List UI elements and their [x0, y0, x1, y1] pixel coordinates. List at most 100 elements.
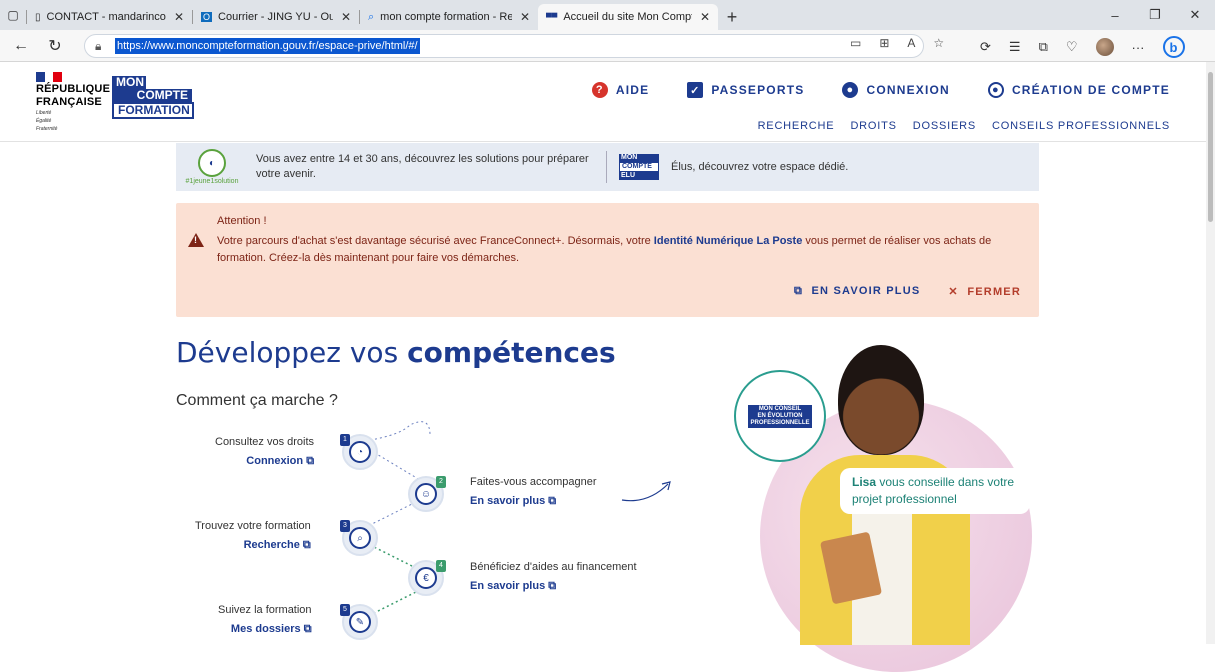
extensions-icon[interactable]: ⟳: [980, 39, 991, 55]
badge-tag: #1jeune1solution: [185, 178, 239, 185]
1jeune1solution-badge[interactable]: ◐ #1jeune1solution: [182, 149, 242, 185]
browser-tab-search[interactable]: ⌕ mon compte formation - Recher ✕: [360, 4, 538, 30]
window-close-icon[interactable]: ✕: [1175, 0, 1215, 30]
scrollbar-thumb[interactable]: [1208, 72, 1213, 222]
mon-compte-elu-logo[interactable]: MON COMPTE ELU: [619, 154, 659, 180]
lock-icon: 🔒︎: [95, 38, 102, 53]
more-menu-icon[interactable]: ···: [1132, 40, 1145, 55]
browser-address-row: ← ↻ 🔒︎ https://www.moncompteformation.go…: [0, 30, 1215, 62]
en-savoir-plus-link-2[interactable]: En savoir plus ⧉: [470, 580, 637, 593]
browser-tab-outlook[interactable]: O Courrier - JING YU - Outlook ✕: [193, 4, 359, 30]
elu-line-3: ELU: [619, 172, 659, 180]
app-available-icon[interactable]: ⊞: [879, 36, 889, 50]
subnav-dossiers[interactable]: DOSSIERS: [913, 120, 976, 132]
elu-line-1: MON: [619, 154, 659, 162]
step-number: 3: [340, 520, 350, 532]
page-scrollbar[interactable]: [1206, 62, 1215, 644]
checklist-icon: ✎: [349, 611, 371, 633]
close-icon[interactable]: ✕: [700, 10, 710, 24]
page-icon: ▯: [35, 11, 41, 23]
back-icon[interactable]: ←: [8, 32, 34, 60]
browser-tab-active[interactable]: ▀▀ Accueil du site Mon Compte For ✕: [538, 4, 718, 30]
favorites-icon[interactable]: ☰: [1009, 39, 1021, 55]
close-icon[interactable]: ✕: [174, 10, 184, 24]
step-number: 5: [340, 604, 350, 616]
mes-dossiers-link[interactable]: Mes dossiers ⧉: [218, 623, 312, 636]
url-actions: ▭ ⊞ A ☆: [850, 36, 944, 50]
new-tab-icon[interactable]: +: [718, 4, 746, 30]
page-title: Développez vos compétences: [176, 336, 616, 369]
advisor-icon: ☺: [415, 483, 437, 505]
read-aloud-icon[interactable]: A: [907, 36, 915, 50]
republique-francaise-logo[interactable]: RÉPUBLIQUE FRANÇAISE Liberté Égalité Fra…: [36, 72, 110, 132]
tab-actions-icon[interactable]: ▢: [0, 0, 26, 30]
mon-compte-formation-logo[interactable]: MON COMPTE FORMATION: [112, 76, 194, 119]
close-icon[interactable]: ✕: [520, 10, 530, 24]
alert-body: Votre parcours d'achat s'est davantage s…: [217, 233, 1017, 267]
alert-banner: Attention ! Votre parcours d'achat s'est…: [176, 203, 1039, 317]
restore-icon[interactable]: ❐: [1135, 0, 1175, 30]
step-text: Consultez vos droits: [215, 436, 315, 448]
external-link-icon: ⧉: [548, 495, 557, 507]
learn-more-label: EN SAVOIR PLUS: [811, 285, 921, 297]
elu-line-2: COMPTE: [619, 162, 659, 172]
step-aides-financement: Bénéficiez d'aides au financement En sav…: [470, 561, 637, 593]
link-label: En savoir plus: [470, 495, 546, 507]
bing-copilot-icon[interactable]: b: [1162, 36, 1185, 58]
connexion-link[interactable]: Connexion ⧉: [215, 455, 314, 468]
profile-avatar[interactable]: [1095, 38, 1114, 56]
subnav-conseils[interactable]: CONSEILS PROFESSIONNELS: [992, 120, 1170, 132]
favorite-star-icon[interactable]: ☆: [933, 36, 944, 50]
en-savoir-plus-link[interactable]: En savoir plus ⧉: [470, 495, 597, 508]
browser-tab-contact[interactable]: ▯ CONTACT - mandarinconsulting ✕: [27, 4, 192, 30]
devise-3: Fraternité: [36, 126, 58, 132]
link-label: Connexion: [246, 455, 304, 467]
url-text[interactable]: https://www.moncompteformation.gouv.fr/e…: [115, 38, 420, 54]
mon-conseil-badge[interactable]: MON CONSEIL EN ÉVOLUTION PROFESSIONNELLE: [734, 370, 826, 462]
youth-text[interactable]: Vous avez entre 14 et 30 ans, découvrez …: [256, 152, 596, 182]
address-bar[interactable]: 🔒︎ https://www.moncompteformation.gouv.f…: [84, 34, 924, 58]
reader-view-icon[interactable]: ▭: [850, 36, 861, 50]
nav-aide[interactable]: ? AIDE: [591, 82, 650, 98]
close-alert-button[interactable]: ✕ FERMER: [948, 285, 1021, 298]
alert-actions: ⧉ EN SAVOIR PLUS ✕ FERMER: [794, 285, 1021, 298]
close-icon: ✕: [948, 286, 959, 298]
step-1-badge: 1 ◔: [340, 434, 378, 470]
close-label: FERMER: [967, 286, 1021, 298]
top-navigation: ? AIDE ✓ PASSEPORTS ● CONNEXION ● CRÉATI…: [591, 82, 1170, 98]
nav-label: PASSEPORTS: [711, 83, 805, 97]
gauge-icon: ◔: [349, 441, 371, 463]
nav-creation-compte[interactable]: ● CRÉATION DE COMPTE: [987, 82, 1170, 98]
outlook-icon: O: [201, 12, 213, 22]
external-link-icon: ⧉: [548, 580, 557, 592]
learn-more-button[interactable]: ⧉ EN SAVOIR PLUS: [794, 285, 920, 298]
lisa-text: vous conseille dans votre projet profess…: [852, 475, 1015, 506]
nav-connexion[interactable]: ● CONNEXION: [842, 82, 949, 98]
france-relance-icon: ◐: [198, 149, 226, 177]
rf-line-2: FRANÇAISE: [36, 96, 102, 108]
close-icon[interactable]: ✕: [341, 10, 351, 24]
warning-icon: [188, 233, 204, 247]
badge-line-3: PROFESSIONNELLE: [750, 419, 810, 426]
site-header: RÉPUBLIQUE FRANÇAISE Liberté Égalité Fra…: [0, 62, 1206, 142]
step-4-badge: 4 €: [408, 560, 446, 596]
subnav-recherche[interactable]: RECHERCHE: [758, 120, 835, 132]
elus-text[interactable]: Élus, découvrez votre espace dédié.: [671, 161, 848, 173]
subnav-droits[interactable]: DROITS: [850, 120, 896, 132]
identite-numerique-link[interactable]: Identité Numérique La Poste: [654, 235, 803, 247]
step-consultez-droits: Consultez vos droits Connexion ⧉: [215, 436, 314, 468]
minimize-icon[interactable]: –: [1095, 0, 1135, 30]
nav-passeports[interactable]: ✓ PASSEPORTS: [687, 82, 804, 98]
collections-icon[interactable]: ⧉: [1039, 39, 1048, 55]
step-text: Trouvez votre formation: [195, 520, 311, 532]
nav-label: CRÉATION DE COMPTE: [1011, 83, 1170, 97]
lisa-caption[interactable]: Lisa vous conseille dans votre projet pr…: [840, 468, 1030, 514]
link-label: Mes dossiers: [230, 623, 301, 635]
toolbar-icons: ⟳ ☰ ⧉ ♡ ··· b: [980, 36, 1185, 58]
refresh-icon[interactable]: ↻: [42, 32, 68, 60]
recherche-link[interactable]: Recherche ⧉: [195, 539, 311, 552]
site-favicon-icon: ▀▀: [546, 12, 558, 22]
heart-icon[interactable]: ♡: [1066, 39, 1078, 55]
nav-label: AIDE: [615, 83, 650, 97]
passport-icon: ✓: [687, 82, 704, 98]
